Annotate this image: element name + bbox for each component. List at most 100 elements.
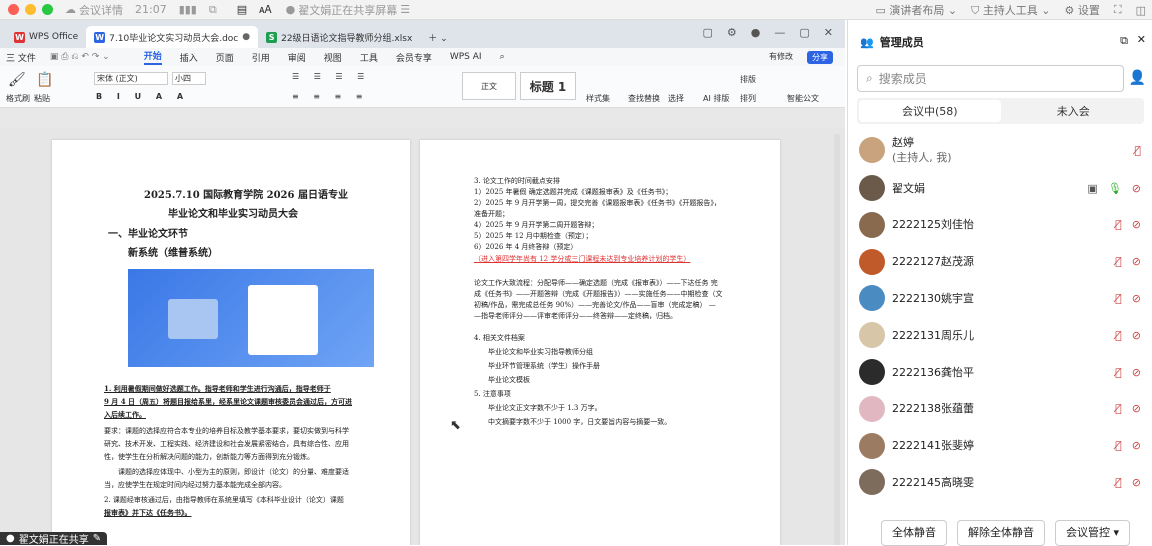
menu-file[interactable]: 三 文件 — [6, 51, 36, 64]
member-row[interactable]: 2222141张斐婷 🎙̸ ⊘ — [848, 428, 1152, 464]
style-normal[interactable]: 正文 — [462, 72, 516, 100]
unmute-all-button[interactable]: 解除全体静音 — [957, 520, 1045, 546]
format-painter-label[interactable]: 格式刷 — [6, 93, 30, 104]
tab-not-joined[interactable]: 未入会 — [1003, 98, 1145, 124]
tab-wps-office[interactable]: W WPS Office — [6, 26, 86, 48]
menu-review[interactable]: 审阅 — [288, 51, 306, 64]
layout-button[interactable]: 排版 — [740, 74, 756, 85]
list-buttons[interactable]: ☰ ☰ ☰ ☰ — [292, 72, 370, 81]
mic-off-icon[interactable]: 🎙̸ — [1115, 366, 1122, 379]
menu-insert[interactable]: 插入 — [180, 51, 198, 64]
mic-off-icon[interactable]: 🎙̸ — [1115, 218, 1122, 231]
mic-off-icon[interactable]: 🎙̸ — [1115, 439, 1122, 452]
close-dot[interactable] — [8, 4, 19, 15]
minimize-dot[interactable] — [25, 4, 36, 15]
popout-icon[interactable]: ⧉ — [1120, 34, 1128, 48]
text-format-buttons[interactable]: B I U A A — [96, 92, 189, 101]
member-row[interactable]: 2222145高晓雯 🎙̸ ⊘ — [848, 464, 1152, 500]
mute-all-button[interactable]: 全体静音 — [881, 520, 947, 546]
meeting-details[interactable]: ☁ 会议详情 — [65, 2, 123, 18]
smart-doc[interactable]: 智能公文 — [787, 93, 819, 104]
font-size-select[interactable]: 小四 — [172, 72, 206, 85]
tab-xlsx[interactable]: S 22级日语论文指导教师分组.xlsx — [258, 26, 420, 48]
menu-tools[interactable]: 工具 — [360, 51, 378, 64]
minimize-icon[interactable]: — — [774, 26, 785, 39]
settings-button[interactable]: ⚙ 设置 — [1065, 2, 1100, 18]
style-heading1[interactable]: 标题 1 — [520, 72, 576, 100]
fullscreen-icon[interactable]: ⛶ — [1114, 3, 1122, 17]
search-icon[interactable]: ⌕ — [500, 52, 505, 62]
menu-page[interactable]: 页面 — [216, 51, 234, 64]
member-row[interactable]: 2222131周乐儿 🎙̸ ⊘ — [848, 317, 1152, 353]
document-area[interactable]: 2025.7.10 国际教育学院 2026 届日语专业 毕业论文和毕业实习动员大… — [0, 128, 845, 545]
mic-off-icon[interactable]: 🎙̸ — [1115, 476, 1122, 489]
mic-off-icon[interactable]: 🎙̸ — [1115, 329, 1122, 342]
doc-icon[interactable]: ▤ — [237, 3, 247, 16]
mic-on-icon[interactable]: 🎙 — [1108, 182, 1122, 195]
member-row[interactable]: 2222130姚宇宣 🎙̸ ⊘ — [848, 280, 1152, 316]
zoom-dot[interactable] — [42, 4, 53, 15]
camera-off-icon[interactable]: ⊘ — [1132, 439, 1141, 452]
align-buttons[interactable]: ≡ ≡ ≡ ≡ — [292, 92, 368, 101]
layout-icon[interactable]: ▢ — [702, 26, 712, 39]
camera-off-icon[interactable]: ⊘ — [1132, 218, 1141, 231]
find-replace[interactable]: 查找替换 — [628, 93, 660, 104]
ai-layout[interactable]: AI 排版 — [703, 93, 729, 104]
camera-off-icon[interactable]: ⊘ — [1132, 402, 1141, 415]
arrange-button[interactable]: 排列 — [740, 93, 756, 104]
tab-doc[interactable]: W 7.10毕业论文实习动员大会.doc ● — [86, 26, 259, 48]
menu-view[interactable]: 视图 — [324, 51, 342, 64]
add-member-icon[interactable]: 👤 — [1129, 70, 1146, 86]
camera-off-icon[interactable]: ⊘ — [1132, 476, 1141, 489]
member-row[interactable]: 翟文娟 ▣ 🎙 ⊘ — [848, 170, 1152, 206]
member-row[interactable]: 赵婷 (主持人, 我) 🎙̸ — [848, 132, 1152, 168]
avatar-icon[interactable]: ● — [751, 26, 761, 39]
member-row[interactable]: 2222125刘佳怡 🎙̸ ⊘ — [848, 207, 1152, 243]
style-set[interactable]: 样式集 — [586, 93, 610, 104]
tab-in-meeting[interactable]: 会议中(58) — [859, 100, 1001, 122]
meeting-control-button[interactable]: 会议管控 ▾ — [1055, 520, 1131, 546]
scrollbar[interactable] — [834, 134, 840, 545]
menu-home[interactable]: 开始 — [143, 49, 162, 65]
font-select[interactable]: 宋体 (正文) — [94, 72, 168, 85]
page-1[interactable]: 2025.7.10 国际教育学院 2026 届日语专业 毕业论文和毕业实习动员大… — [52, 140, 410, 545]
screen-share-icon[interactable]: ▣ — [1087, 182, 1097, 195]
page-2[interactable]: 3. 论文工作的时间截点安排 1）2025 年暑假 确定选题并完成《课题报审表》… — [420, 140, 780, 545]
member-row[interactable]: 2222138张蕴蕾 🎙̸ ⊘ — [848, 391, 1152, 427]
quick-toolbar[interactable]: ▣ ⎙ ⎌ ↶ ↷ ⌄ — [50, 52, 110, 62]
share-button[interactable]: 分享 — [807, 51, 833, 64]
share-indicator[interactable]: ● 翟文娟正在共享 ✎ — [0, 532, 108, 546]
camera-off-icon[interactable]: ⊘ — [1132, 255, 1141, 268]
format-painter-icon[interactable]: 🖌 — [8, 72, 26, 88]
maximize-icon[interactable]: ▢ — [799, 26, 809, 39]
translate-icon[interactable]: 🗚 — [259, 3, 271, 17]
host-tools-button[interactable]: ⛉ 主持人工具 ⌄ — [971, 2, 1050, 18]
presenter-layout-button[interactable]: ▭ 演讲者布局 ⌄ — [875, 2, 957, 18]
paste-label[interactable]: 粘贴 — [34, 93, 50, 104]
close-icon[interactable]: ✕ — [824, 26, 833, 39]
mic-off-icon[interactable]: 🎙̸ — [1115, 255, 1122, 268]
member-row[interactable]: 2222127赵茂源 🎙̸ ⊘ — [848, 244, 1152, 280]
sharing-status[interactable]: ● 翟文娟正在共享屏幕 ☰ — [286, 2, 410, 18]
mic-off-icon[interactable]: 🎙̸ — [1115, 292, 1122, 305]
camera-off-icon[interactable]: ⊘ — [1132, 366, 1141, 379]
menu-wps-ai[interactable]: WPS AI — [450, 52, 482, 62]
search-input[interactable]: ⌕ 搜索成员 — [857, 65, 1124, 92]
menu-reference[interactable]: 引用 — [252, 51, 270, 64]
paste-icon[interactable]: 📋 — [36, 72, 53, 88]
popout-icon[interactable]: ⧉ — [209, 3, 217, 17]
camera-off-icon[interactable]: ⊘ — [1132, 292, 1141, 305]
sidebar-toggle-icon[interactable]: ◫ — [1136, 4, 1146, 17]
new-tab-button[interactable]: ＋ ⌄ — [420, 26, 455, 48]
member-row[interactable]: 2222136龚怡平 🎙̸ ⊘ — [848, 354, 1152, 390]
gear-icon[interactable]: ⚙ — [727, 26, 737, 39]
mic-off-icon[interactable]: 🎙̸ — [1115, 402, 1122, 415]
camera-off-icon[interactable]: ⊘ — [1132, 182, 1141, 195]
menu-member[interactable]: 会员专享 — [396, 51, 432, 64]
mic-off-icon[interactable]: 🎙̸ — [1134, 144, 1141, 157]
edit-status[interactable]: 有修改 — [769, 51, 793, 62]
select-button[interactable]: 选择 — [668, 93, 684, 104]
camera-off-icon[interactable]: ⊘ — [1132, 329, 1141, 342]
tab-close-icon[interactable]: ● — [242, 32, 250, 42]
close-icon[interactable]: ✕ — [1137, 33, 1146, 46]
